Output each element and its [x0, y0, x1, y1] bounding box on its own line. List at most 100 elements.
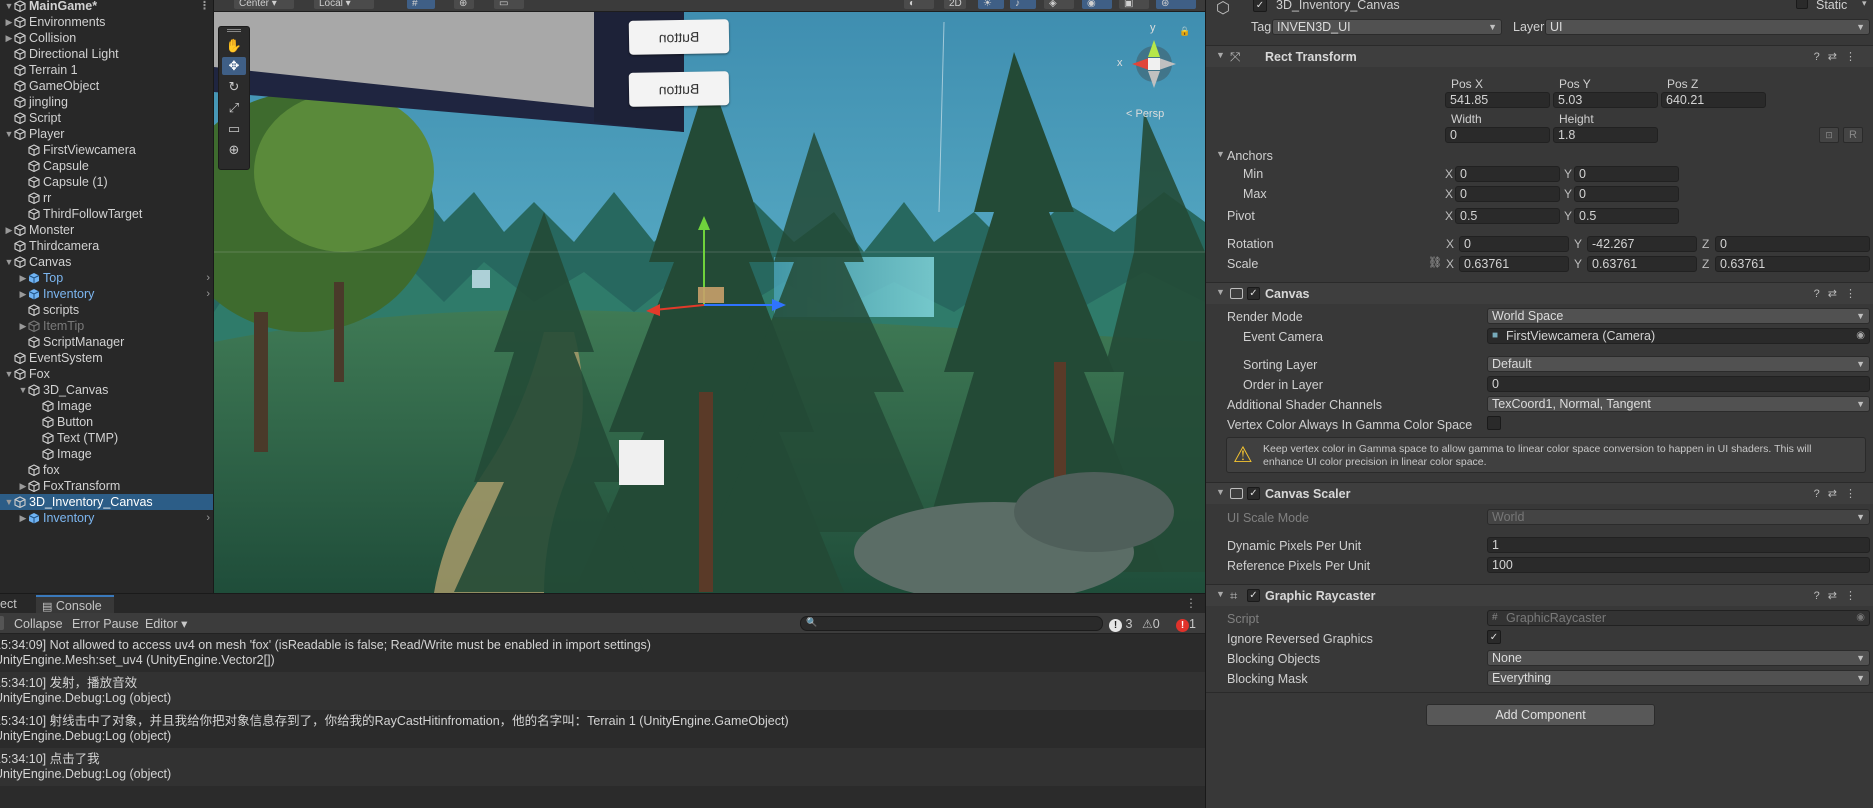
hierarchy-item[interactable]: ▶ Environments	[0, 14, 213, 30]
expand-arrow-icon[interactable]: ▶	[4, 222, 14, 238]
hierarchy-item[interactable]: Button	[0, 414, 213, 430]
hierarchy-item[interactable]: fox	[0, 462, 213, 478]
rotation-y-field[interactable]: -42.267	[1587, 236, 1697, 252]
chevron-right-icon[interactable]: ›	[206, 510, 210, 526]
active-checkbox[interactable]: ✓	[1253, 0, 1267, 12]
editor-dropdown[interactable]: Editor ▾	[145, 616, 187, 632]
scale-tool-icon[interactable]: ⤢	[222, 99, 246, 117]
tag-dropdown[interactable]: INVEN3D_UI ▼	[1272, 19, 1502, 35]
component-header-icons[interactable]: ?⇄⋮	[1814, 287, 1864, 300]
scene-root[interactable]: ▼ MainGame* ⋮	[0, 0, 213, 14]
event-camera-field[interactable]: ■ FirstViewcamera (Camera) ◉	[1487, 328, 1870, 344]
projection-toggle[interactable]: < Persp	[1126, 108, 1164, 120]
expand-arrow-icon[interactable]: ▼	[4, 254, 14, 270]
chevron-right-icon[interactable]: ›	[206, 270, 210, 286]
object-picker-icon[interactable]: ◉	[1856, 329, 1865, 343]
anchor-max-x-field[interactable]: 0	[1455, 186, 1560, 202]
tab-console[interactable]: ▤ Console	[36, 595, 114, 614]
increment-snap-button[interactable]: ▭	[494, 0, 524, 9]
hierarchy-item[interactable]: jingling	[0, 94, 213, 110]
expand-arrow-icon[interactable]: ▼	[18, 382, 28, 398]
rotation-x-field[interactable]: 0	[1459, 236, 1569, 252]
warning-count[interactable]: ⚠0	[1142, 616, 1160, 632]
hierarchy-item[interactable]: Capsule (1)	[0, 174, 213, 190]
grid-snap-button[interactable]: #	[407, 0, 435, 9]
audio-toggle[interactable]: ♪	[1010, 0, 1036, 9]
hierarchy-item[interactable]: ▶ ItemTip	[0, 318, 213, 334]
hierarchy-item[interactable]: FirstViewcamera	[0, 142, 213, 158]
lighting-toggle[interactable]: ☀	[978, 0, 1004, 9]
hierarchy-item[interactable]: ▼ Player	[0, 126, 213, 142]
object-name-field[interactable]: 3D_Inventory_Canvas	[1276, 0, 1400, 12]
graphic-raycaster-header[interactable]: ▼ ⌗ ✓ Graphic Raycaster ?⇄⋮	[1206, 584, 1873, 606]
expand-arrow-icon[interactable]: ▼	[4, 0, 14, 14]
hierarchy-item[interactable]: scripts	[0, 302, 213, 318]
blocking-mask-dropdown[interactable]: Everything ▼	[1487, 670, 1870, 686]
rotate-tool-icon[interactable]: ↻	[222, 78, 246, 96]
hierarchy-item[interactable]: EventSystem	[0, 350, 213, 366]
expand-arrow-icon[interactable]: ▼	[4, 494, 14, 510]
rotation-z-field[interactable]: 0	[1715, 236, 1870, 252]
static-checkbox[interactable]	[1796, 0, 1808, 9]
hierarchy-item[interactable]: rr	[0, 190, 213, 206]
expand-arrow-icon[interactable]: ▶	[18, 478, 28, 494]
anchor-max-y-field[interactable]: 0	[1574, 186, 1679, 202]
sorting-layer-dropdown[interactable]: Default ▼	[1487, 356, 1870, 372]
console-entry[interactable]: 15:34:10] 发射，播放音效 UnityEngine.Debug:Log …	[0, 672, 1205, 710]
hierarchy-item[interactable]: ▼ 3D_Inventory_Canvas	[0, 494, 213, 510]
expand-arrow-icon[interactable]: ▼	[4, 126, 14, 142]
anchor-min-y-field[interactable]: 0	[1574, 166, 1679, 182]
collapse-toggle[interactable]: Collapse	[14, 616, 63, 632]
gizmos-button[interactable]: ⊛	[1156, 0, 1196, 9]
canvas-header[interactable]: ▼ ✓ Canvas ?⇄⋮	[1206, 282, 1873, 304]
add-component-button[interactable]: Add Component	[1426, 704, 1655, 726]
world-button-1[interactable]: Button	[628, 19, 730, 55]
rect-tool-icon[interactable]: ▭	[222, 120, 246, 138]
hierarchy-item[interactable]: ▼ 3D_Canvas	[0, 382, 213, 398]
hierarchy-item[interactable]: Text (TMP)	[0, 430, 213, 446]
layer-dropdown[interactable]: UI ▼	[1545, 19, 1870, 35]
component-header-icons[interactable]: ?⇄⋮	[1814, 589, 1864, 602]
hierarchy-item[interactable]: Directional Light	[0, 46, 213, 62]
raw-edit-button[interactable]: R	[1843, 127, 1863, 143]
expand-arrow-icon[interactable]: ▶	[18, 510, 28, 526]
info-count[interactable]: ! 3	[1109, 616, 1132, 632]
hidden-objects-toggle[interactable]: ◉	[1082, 0, 1112, 9]
pivot-x-field[interactable]: 0.5	[1455, 208, 1560, 224]
snap-icon[interactable]: ⊕	[454, 0, 474, 9]
hierarchy-item[interactable]: Image	[0, 398, 213, 414]
hierarchy-item[interactable]: Capsule	[0, 158, 213, 174]
blueprint-mode-button[interactable]: ⊡	[1819, 127, 1839, 143]
hierarchy-item[interactable]: GameObject	[0, 78, 213, 94]
hierarchy-item[interactable]: ▶ FoxTransform	[0, 478, 213, 494]
hierarchy-item[interactable]: Terrain 1	[0, 62, 213, 78]
hand-tool-icon[interactable]: ✋	[222, 37, 246, 55]
rppu-field[interactable]: 100	[1487, 557, 1870, 573]
anchors-fold-icon[interactable]: ▼	[1216, 149, 1225, 159]
tab-project[interactable]: ect	[0, 595, 23, 614]
anchor-min-x-field[interactable]: 0	[1455, 166, 1560, 182]
posy-field[interactable]: 5.03	[1553, 92, 1658, 108]
clear-button-stub[interactable]	[0, 616, 4, 630]
move-tool-icon[interactable]: ✥	[222, 57, 246, 75]
transform-tool-icon[interactable]: ⊕	[222, 141, 246, 159]
effects-toggle[interactable]: ◈	[1044, 0, 1074, 9]
lock-icon[interactable]: 🔒	[1179, 26, 1190, 37]
scene-menu-icon[interactable]: ⋮	[199, 0, 210, 14]
vertex-color-checkbox[interactable]	[1487, 416, 1501, 430]
scale-x-field[interactable]: 0.63761	[1459, 256, 1569, 272]
component-enabled-checkbox[interactable]: ✓	[1247, 287, 1260, 300]
hierarchy-item[interactable]: ▶ Inventory ›	[0, 286, 213, 302]
dpu-field[interactable]: 1	[1487, 537, 1870, 553]
component-enabled-checkbox[interactable]: ✓	[1247, 589, 1260, 602]
chevron-right-icon[interactable]: ›	[206, 286, 210, 302]
render-mode-dropdown[interactable]: World Space ▼	[1487, 308, 1870, 324]
order-in-layer-field[interactable]: 0	[1487, 376, 1870, 392]
component-header-icons[interactable]: ?⇄⋮	[1814, 487, 1864, 500]
console-entry[interactable]: 15:34:10] 射线击中了对象，并且我给你把对象信息存到了，你给我的RayC…	[0, 710, 1205, 748]
blocking-objects-dropdown[interactable]: None ▼	[1487, 650, 1870, 666]
scale-z-field[interactable]: 0.63761	[1715, 256, 1870, 272]
static-dropdown-icon[interactable]: ▾	[1862, 0, 1867, 9]
hierarchy-item[interactable]: ▶ Inventory ›	[0, 510, 213, 526]
expand-arrow-icon[interactable]: ▶	[4, 30, 14, 46]
